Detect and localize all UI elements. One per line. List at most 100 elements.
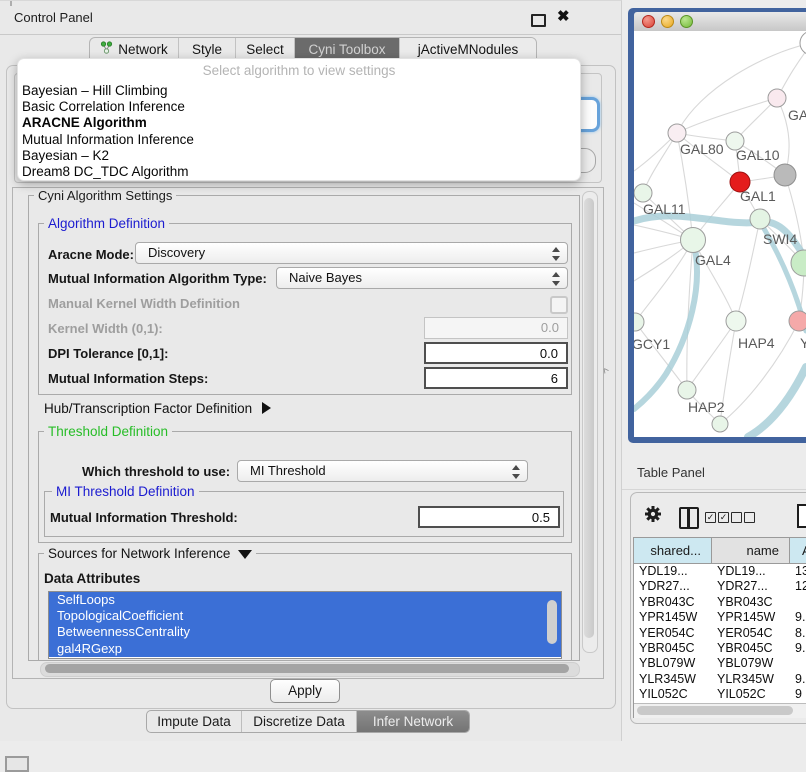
column-header-shared-name[interactable]: shared...	[634, 538, 712, 563]
attribute-item[interactable]: SelfLoops	[49, 592, 561, 608]
deselect-all-checkbox-icon[interactable]	[744, 512, 755, 523]
network-view-window: GALGAL80GAL10GAL1GAL11SWI4GAL4GCY1HAP4YH…	[628, 8, 806, 443]
table-row[interactable]: YER054CYER054C8.	[634, 626, 806, 641]
node-table: shared... name A YDL19...YDL19...13YDR27…	[633, 537, 806, 718]
table-cell[interactable]	[790, 656, 806, 671]
close-icon[interactable]: ✖	[557, 7, 570, 25]
network-node-gal80[interactable]	[668, 124, 686, 142]
bottom-left-widget[interactable]	[5, 756, 29, 772]
data-attributes-list: SelfLoopsTopologicalCoefficientBetweenne…	[48, 591, 562, 659]
table-row[interactable]: YLR345WYLR345W9.	[634, 672, 806, 687]
dpi-tolerance-field[interactable]: 0.0	[424, 342, 568, 364]
table-cell[interactable]: YBR045C	[634, 641, 712, 656]
settings-horizontal-scrollbar[interactable]	[40, 662, 580, 677]
table-cell[interactable]: YBL079W	[712, 656, 790, 671]
table-cell[interactable]: YBR045C	[712, 641, 790, 656]
network-node-gal11[interactable]	[634, 184, 652, 202]
algorithm-option[interactable]: Mutual Information Inference	[18, 132, 580, 148]
attribute-item[interactable]: TopologicalCoefficient	[49, 608, 561, 624]
network-node-hap4[interactable]	[726, 311, 746, 331]
column-header-partial[interactable]: A	[790, 538, 806, 563]
table-cell[interactable]: YDL19...	[634, 564, 712, 579]
table-cell[interactable]: YER054C	[634, 626, 712, 641]
new-table-document-icon[interactable]	[797, 504, 806, 528]
attribute-item[interactable]: BetweennessCentrality	[49, 624, 561, 640]
table-cell[interactable]: 9	[790, 687, 806, 702]
close-traffic-light-icon[interactable]	[642, 15, 655, 28]
table-cell[interactable]: YDR27...	[634, 579, 712, 594]
table-cell[interactable]: YBR043C	[634, 595, 712, 610]
table-row[interactable]: YDR27...YDR27...12	[634, 579, 806, 594]
table-cell[interactable]: 9.	[790, 641, 806, 656]
table-horizontal-scrollbar[interactable]	[634, 703, 806, 718]
tab-discretize-data[interactable]: Discretize Data	[241, 711, 356, 732]
table-cell[interactable]: YIL052C	[712, 687, 790, 702]
float-window-icon[interactable]	[531, 14, 546, 27]
network-node[interactable]	[800, 31, 806, 55]
network-node-gcy1[interactable]	[634, 313, 644, 331]
table-row[interactable]: YPR145WYPR145W9.	[634, 610, 806, 625]
table-row[interactable]: YBL079WYBL079W	[634, 656, 806, 671]
column-header-name[interactable]: name	[712, 538, 790, 563]
attribute-list-scrollbar-thumb[interactable]	[547, 600, 557, 644]
table-cell[interactable]: YPR145W	[634, 610, 712, 625]
table-row[interactable]: YDL19...YDL19...13	[634, 564, 806, 579]
attribute-item[interactable]: gal4RGexp	[49, 641, 561, 657]
network-window-titlebar[interactable]	[634, 12, 806, 32]
algorithm-option[interactable]: Dream8 DC_TDC Algorithm	[18, 164, 580, 180]
table-cell[interactable]: 8.	[790, 626, 806, 641]
settings-vertical-scrollbar-thumb[interactable]	[584, 198, 594, 638]
sources-title[interactable]: Sources for Network Inference	[44, 546, 256, 561]
network-node[interactable]	[712, 416, 728, 432]
which-threshold-label: Which threshold to use:	[82, 464, 230, 479]
network-node-y[interactable]	[789, 311, 806, 331]
table-cell[interactable]: 9.	[790, 672, 806, 687]
zoom-traffic-light-icon[interactable]	[680, 15, 693, 28]
apply-button[interactable]: Apply	[270, 679, 340, 703]
hub-transcription-factor-expander[interactable]: Hub/Transcription Factor Definition	[44, 401, 271, 416]
mi-threshold-field[interactable]: 0.5	[418, 506, 560, 528]
table-cell[interactable]: YPR145W	[712, 610, 790, 625]
table-row[interactable]: YBR045CYBR045C9.	[634, 641, 806, 656]
network-node-gal[interactable]	[768, 89, 786, 107]
show-columns-icon[interactable]	[679, 507, 699, 529]
table-cell[interactable]: YIL052C	[634, 687, 712, 702]
network-node-hap2[interactable]	[678, 381, 696, 399]
table-cell[interactable]: YDR27...	[712, 579, 790, 594]
select-all-checkbox-icon[interactable]: ✓	[718, 512, 729, 523]
deselect-all-checkbox-icon[interactable]	[731, 512, 742, 523]
algorithm-option[interactable]: ARACNE Algorithm	[18, 115, 580, 131]
table-cell[interactable]: YBL079W	[634, 656, 712, 671]
tab-infer-network[interactable]: Infer Network	[356, 711, 469, 732]
table-cell[interactable]: YBR043C	[712, 595, 790, 610]
table-cell[interactable]: YDL19...	[712, 564, 790, 579]
settings-vertical-scrollbar[interactable]	[582, 191, 598, 653]
table-cell[interactable]: 12	[790, 579, 806, 594]
table-cell[interactable]: 9.	[790, 610, 806, 625]
tab-impute-data[interactable]: Impute Data	[147, 711, 241, 732]
table-cell[interactable]: YLR345W	[712, 672, 790, 687]
settings-horizontal-scrollbar-thumb[interactable]	[45, 664, 569, 673]
network-node[interactable]	[791, 250, 806, 276]
table-cell[interactable]	[790, 595, 806, 610]
minimize-traffic-light-icon[interactable]	[661, 15, 674, 28]
table-cell[interactable]: YLR345W	[634, 672, 712, 687]
table-cell[interactable]: 13	[790, 564, 806, 579]
aracne-mode-select[interactable]: Discovery	[135, 242, 568, 264]
which-threshold-select[interactable]: MI Threshold	[237, 460, 528, 482]
network-node-swi4[interactable]	[750, 209, 770, 229]
table-horizontal-scrollbar-thumb[interactable]	[637, 706, 793, 715]
network-node-gal4[interactable]	[681, 228, 706, 253]
select-all-checkbox-icon[interactable]: ✓	[705, 512, 716, 523]
network-canvas[interactable]: GALGAL80GAL10GAL1GAL11SWI4GAL4GCY1HAP4YH…	[634, 31, 806, 437]
table-row[interactable]: YIL052CYIL052C9	[634, 687, 806, 702]
mi-steps-field[interactable]: 6	[424, 367, 568, 389]
mi-algorithm-type-select[interactable]: Naive Bayes	[276, 267, 568, 289]
algorithm-option[interactable]: Basic Correlation Inference	[18, 99, 580, 115]
table-cell[interactable]: YER054C	[712, 626, 790, 641]
algorithm-option[interactable]: Bayesian – K2	[18, 148, 580, 164]
table-row[interactable]: YBR043CYBR043C	[634, 595, 806, 610]
gear-icon[interactable]	[643, 504, 663, 527]
network-node[interactable]	[774, 164, 796, 186]
algorithm-option[interactable]: Bayesian – Hill Climbing	[18, 83, 580, 99]
